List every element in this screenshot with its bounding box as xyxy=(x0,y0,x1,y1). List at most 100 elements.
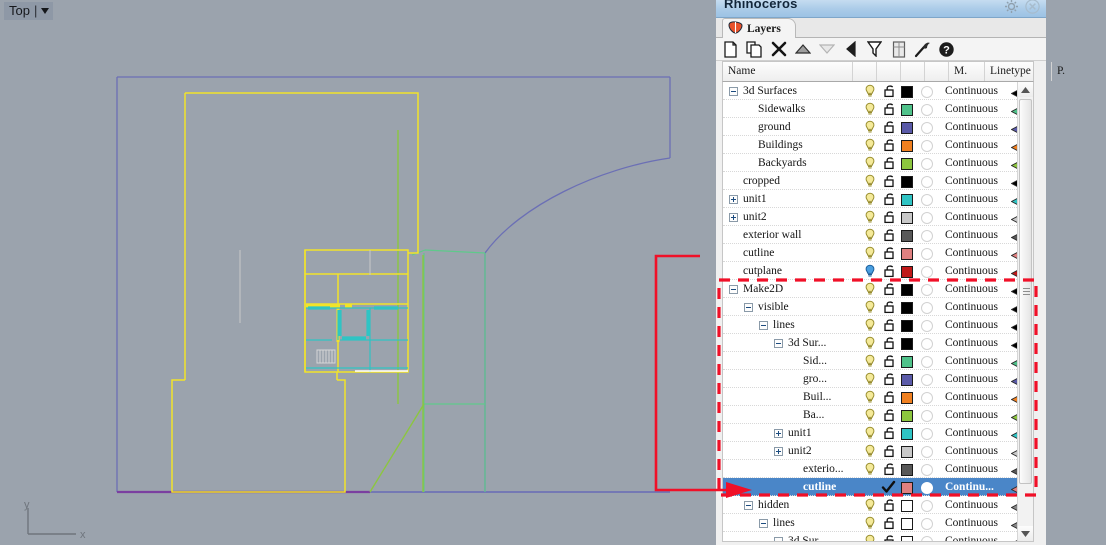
layer-row[interactable]: gro... Continuous xyxy=(723,370,1022,388)
layers-toolbar[interactable]: ? xyxy=(716,38,1046,61)
help-icon[interactable]: ? xyxy=(937,40,956,59)
lock-icon[interactable] xyxy=(883,174,897,188)
filter-icon[interactable] xyxy=(865,40,884,59)
properties-icon[interactable] xyxy=(889,40,908,59)
layer-list[interactable]: 3d Surfaces Continuous Sidewalks Continuous… xyxy=(722,82,1034,542)
layer-row[interactable]: 3d Surfaces Continuous xyxy=(723,82,1022,100)
lock-icon[interactable] xyxy=(883,138,897,152)
tools-icon[interactable] xyxy=(913,40,932,59)
visibility-bulb-icon[interactable] xyxy=(863,444,877,458)
column-header-linetype[interactable]: Linetype xyxy=(985,62,1052,81)
layer-color-swatch[interactable] xyxy=(901,428,913,440)
collapse-icon[interactable] xyxy=(774,537,783,541)
lock-icon[interactable] xyxy=(883,498,897,512)
scroll-down-icon[interactable] xyxy=(1018,526,1033,541)
lock-icon[interactable] xyxy=(883,264,897,278)
layer-color-swatch[interactable] xyxy=(901,410,913,422)
layer-row[interactable]: Ba... Continuous xyxy=(723,406,1022,424)
collapse-icon[interactable] xyxy=(759,321,768,330)
layer-row[interactable]: 3d Sur... Continuous xyxy=(723,334,1022,352)
expand-icon[interactable] xyxy=(729,213,738,222)
layer-row[interactable]: ground Continuous xyxy=(723,118,1022,136)
layer-row[interactable]: Backyards Continuous xyxy=(723,154,1022,172)
visibility-bulb-icon[interactable] xyxy=(863,318,877,332)
lock-icon[interactable] xyxy=(883,426,897,440)
layer-color-swatch[interactable] xyxy=(901,536,913,541)
layer-row[interactable]: cutline Continuous xyxy=(723,244,1022,262)
layer-color-swatch[interactable] xyxy=(901,302,913,314)
visibility-bulb-icon[interactable] xyxy=(863,264,877,278)
layer-color-swatch[interactable] xyxy=(901,356,913,368)
visibility-bulb-icon[interactable] xyxy=(863,462,877,476)
expand-icon[interactable] xyxy=(729,195,738,204)
layer-color-swatch[interactable] xyxy=(901,86,913,98)
lock-icon[interactable] xyxy=(883,210,897,224)
layer-row[interactable]: unit2 Continuous xyxy=(723,442,1022,460)
lock-icon[interactable] xyxy=(883,300,897,314)
layer-color-swatch[interactable] xyxy=(901,320,913,332)
layer-color-swatch[interactable] xyxy=(901,338,913,350)
visibility-bulb-icon[interactable] xyxy=(863,246,877,260)
collapse-icon[interactable] xyxy=(744,303,753,312)
move-up-icon[interactable] xyxy=(793,40,812,59)
lock-icon[interactable] xyxy=(883,318,897,332)
visibility-bulb-icon[interactable] xyxy=(863,102,877,116)
scroll-up-icon[interactable] xyxy=(1018,82,1033,97)
expand-icon[interactable] xyxy=(774,429,783,438)
material-circle-icon[interactable] xyxy=(921,230,933,242)
lock-icon[interactable] xyxy=(883,192,897,206)
collapse-icon[interactable] xyxy=(729,87,738,96)
lock-icon[interactable] xyxy=(883,390,897,404)
material-circle-icon[interactable] xyxy=(921,104,933,116)
material-circle-icon[interactable] xyxy=(921,284,933,296)
lock-icon[interactable] xyxy=(883,354,897,368)
collapse-icon[interactable] xyxy=(759,519,768,528)
visibility-bulb-icon[interactable] xyxy=(863,174,877,188)
column-header-spacer[interactable] xyxy=(925,62,949,81)
layer-row[interactable]: Sidewalks Continuous xyxy=(723,100,1022,118)
layer-row[interactable]: lines Continuous xyxy=(723,316,1022,334)
layer-color-swatch[interactable] xyxy=(901,518,913,530)
material-circle-icon[interactable] xyxy=(921,518,933,530)
material-circle-icon[interactable] xyxy=(921,122,933,134)
lock-icon[interactable] xyxy=(883,120,897,134)
visibility-bulb-icon[interactable] xyxy=(863,354,877,368)
delete-layer-icon[interactable] xyxy=(769,40,788,59)
visibility-bulb-icon[interactable] xyxy=(863,300,877,314)
lock-icon[interactable] xyxy=(883,156,897,170)
lock-icon[interactable] xyxy=(883,246,897,260)
visibility-bulb-icon[interactable] xyxy=(863,336,877,350)
material-circle-icon[interactable] xyxy=(921,464,933,476)
lock-icon[interactable] xyxy=(883,444,897,458)
visibility-bulb-icon[interactable] xyxy=(863,534,877,541)
material-circle-icon[interactable] xyxy=(921,446,933,458)
material-circle-icon[interactable] xyxy=(921,338,933,350)
layer-list-scrollbar[interactable] xyxy=(1017,82,1033,541)
layer-row[interactable]: unit1 Continuous xyxy=(723,424,1022,442)
material-circle-icon[interactable] xyxy=(921,194,933,206)
layer-color-swatch[interactable] xyxy=(901,482,913,494)
close-icon[interactable] xyxy=(1024,0,1041,15)
layer-row[interactable]: visible Continuous xyxy=(723,298,1022,316)
visibility-bulb-icon[interactable] xyxy=(863,282,877,296)
layer-row[interactable]: cropped Continuous xyxy=(723,172,1022,190)
visibility-bulb-icon[interactable] xyxy=(863,498,877,512)
move-down-icon[interactable] xyxy=(817,40,836,59)
layer-color-swatch[interactable] xyxy=(901,176,913,188)
layer-color-swatch[interactable] xyxy=(901,392,913,404)
lock-icon[interactable] xyxy=(883,282,897,296)
layer-row[interactable]: unit1 Continuous xyxy=(723,190,1022,208)
column-header-lock[interactable] xyxy=(877,62,901,81)
tab-layers[interactable]: Layers xyxy=(722,18,796,38)
layer-color-swatch[interactable] xyxy=(901,374,913,386)
layer-color-swatch[interactable] xyxy=(901,230,913,242)
lock-icon[interactable] xyxy=(883,372,897,386)
visibility-bulb-icon[interactable] xyxy=(863,84,877,98)
column-header-material[interactable]: M. xyxy=(949,62,985,81)
material-circle-icon[interactable] xyxy=(921,176,933,188)
new-layer-icon[interactable] xyxy=(721,40,740,59)
lock-icon[interactable] xyxy=(883,336,897,350)
layer-row[interactable]: exterior wall Continuous xyxy=(723,226,1022,244)
visibility-bulb-icon[interactable] xyxy=(863,408,877,422)
material-circle-icon[interactable] xyxy=(921,356,933,368)
